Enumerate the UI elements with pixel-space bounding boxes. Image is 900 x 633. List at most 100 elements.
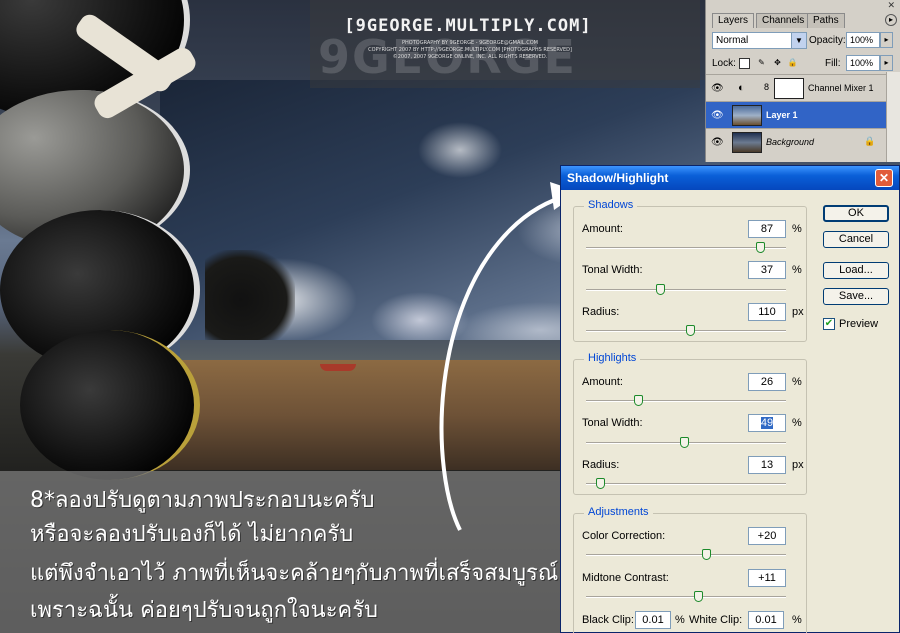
lock-all-icon[interactable]: 🔒 bbox=[787, 58, 798, 69]
fill-arrow-icon[interactable]: ▸ bbox=[880, 55, 893, 71]
color-correction-slider[interactable] bbox=[702, 549, 711, 560]
highlights-amount-track[interactable] bbox=[586, 395, 786, 406]
painted-poles bbox=[0, 0, 230, 500]
highlights-group: Highlights Amount: 26 % Tonal Width: 49 … bbox=[573, 352, 807, 495]
cancel-button[interactable]: Cancel bbox=[823, 231, 889, 248]
close-icon[interactable]: ✕ bbox=[887, 0, 895, 11]
layer-row-channel-mixer[interactable]: 👁 ◐ 8 Channel Mixer 1 bbox=[706, 74, 886, 101]
highlights-tonal-input[interactable]: 49 bbox=[748, 414, 786, 432]
blend-mode-value: Normal bbox=[716, 35, 749, 46]
color-correction-label: Color Correction: bbox=[582, 530, 666, 542]
highlights-group-title: Highlights bbox=[584, 352, 641, 364]
layer-row-layer-1[interactable]: 👁 Layer 1 bbox=[706, 101, 886, 128]
color-correction-track[interactable] bbox=[586, 549, 786, 560]
layers-panel: Layers Channels Paths ✕ ▸ Normal ▼ Opaci… bbox=[705, 0, 900, 162]
panel-tabs: Layers Channels Paths ✕ ▸ bbox=[706, 0, 900, 28]
color-correction-input[interactable]: +20 bbox=[748, 527, 786, 545]
highlights-radius-input[interactable]: 13 bbox=[748, 456, 786, 474]
layer-thumbnail bbox=[732, 105, 762, 126]
fill-label: Fill: bbox=[825, 58, 841, 69]
highlights-tonal-label: Tonal Width: bbox=[582, 417, 643, 429]
highlights-amount-unit: % bbox=[792, 376, 802, 388]
opacity-arrow-icon[interactable]: ▸ bbox=[880, 32, 893, 48]
shadows-radius-unit: px bbox=[792, 306, 804, 318]
flyout-arrow-icon[interactable]: ▸ bbox=[885, 14, 897, 26]
shadows-amount-track[interactable] bbox=[586, 242, 786, 253]
shadows-radius-input[interactable]: 110 bbox=[748, 303, 786, 321]
shadows-radius-track[interactable] bbox=[586, 325, 786, 336]
close-icon[interactable]: ✕ bbox=[875, 169, 893, 187]
shadow-highlight-dialog: Shadow/Highlight ✕ Shadows Amount: 87 % … bbox=[560, 165, 900, 633]
highlights-tonal-value: 49 bbox=[760, 417, 774, 429]
layer-name: Layer 1 bbox=[766, 110, 798, 120]
highlights-radius-track[interactable] bbox=[586, 478, 786, 489]
tab-paths[interactable]: Paths bbox=[807, 13, 845, 28]
link-icon[interactable]: 8 bbox=[764, 82, 769, 92]
fill-input[interactable]: 100% bbox=[846, 55, 880, 71]
highlights-radius-unit: px bbox=[792, 459, 804, 471]
caption-line-3: แต่พึงจำเอาไว้ ภาพที่เห็นจะคล้ายๆกับภาพท… bbox=[30, 561, 599, 586]
tab-layers[interactable]: Layers bbox=[712, 13, 755, 28]
midtone-contrast-slider[interactable] bbox=[694, 591, 703, 602]
layer-mask-thumbnail bbox=[774, 78, 804, 99]
white-clip-input[interactable]: 0.01 bbox=[748, 611, 784, 629]
dialog-title: Shadow/Highlight bbox=[567, 171, 669, 185]
adjustments-group-title: Adjustments bbox=[584, 506, 653, 518]
shadows-amount-input[interactable]: 87 bbox=[748, 220, 786, 238]
highlights-tonal-track[interactable] bbox=[586, 437, 786, 448]
save-button[interactable]: Save... bbox=[823, 288, 889, 305]
shadows-amount-slider[interactable] bbox=[756, 242, 765, 253]
ok-button[interactable]: OK bbox=[823, 205, 889, 222]
shadows-amount-label: Amount: bbox=[582, 223, 623, 235]
layer-name: Background bbox=[766, 137, 815, 147]
shadows-group-title: Shadows bbox=[584, 199, 638, 211]
shadows-amount-unit: % bbox=[792, 223, 802, 235]
chevron-down-icon[interactable]: ▼ bbox=[791, 33, 806, 48]
shadows-tonal-slider[interactable] bbox=[656, 284, 665, 295]
eye-icon[interactable]: 👁 bbox=[711, 83, 724, 94]
layer-thumbnail bbox=[732, 132, 762, 153]
shadows-radius-slider[interactable] bbox=[686, 325, 695, 336]
white-clip-unit: % bbox=[792, 614, 802, 626]
load-button[interactable]: Load... bbox=[823, 262, 889, 279]
shadows-group: Shadows Amount: 87 % Tonal Width: 37 % R… bbox=[573, 199, 807, 342]
watermark-line: COPYRIGHT 2007 BY HTTP://9GEORGE.MULTIPL… bbox=[368, 47, 572, 53]
shadows-tonal-track[interactable] bbox=[586, 284, 786, 295]
black-clip-label: Black Clip: bbox=[582, 614, 634, 626]
midtone-contrast-track[interactable] bbox=[586, 591, 786, 602]
preview-checkbox[interactable]: ✔ bbox=[823, 318, 835, 330]
black-clip-unit: % bbox=[675, 614, 685, 626]
highlights-radius-label: Radius: bbox=[582, 459, 620, 471]
shadows-tonal-unit: % bbox=[792, 264, 802, 276]
opacity-label: Opacity: bbox=[809, 35, 846, 46]
highlights-amount-slider[interactable] bbox=[634, 395, 643, 406]
tab-channels[interactable]: Channels bbox=[756, 13, 811, 28]
midtone-contrast-label: Midtone Contrast: bbox=[582, 572, 669, 584]
black-clip-input[interactable]: 0.01 bbox=[635, 611, 671, 629]
opacity-input[interactable]: 100% bbox=[846, 32, 880, 48]
lock-image-icon[interactable]: ✎ bbox=[756, 58, 767, 69]
lock-transparency-icon[interactable] bbox=[739, 58, 750, 69]
blend-mode-select[interactable]: Normal ▼ bbox=[712, 32, 807, 49]
dialog-title-bar[interactable]: Shadow/Highlight bbox=[561, 166, 899, 190]
highlights-amount-input[interactable]: 26 bbox=[748, 373, 786, 391]
adjustments-group: Adjustments Color Correction: +20 Midton… bbox=[573, 506, 807, 633]
eye-icon[interactable]: 👁 bbox=[711, 137, 724, 148]
pole-segment bbox=[20, 330, 200, 480]
highlights-radius-slider[interactable] bbox=[596, 478, 605, 489]
eye-icon[interactable]: 👁 bbox=[711, 110, 724, 121]
boat bbox=[320, 364, 356, 371]
layers-scrollbar[interactable] bbox=[886, 72, 900, 162]
shadows-tonal-input[interactable]: 37 bbox=[748, 261, 786, 279]
lock-position-icon[interactable]: ✥ bbox=[772, 58, 783, 69]
watermark-title: [9GEORGE.MULTIPLY.COM] bbox=[344, 16, 592, 36]
layer-row-background[interactable]: 👁 Background 🔒 bbox=[706, 128, 886, 155]
highlights-tonal-slider[interactable] bbox=[680, 437, 689, 448]
preview-label: Preview bbox=[839, 318, 879, 330]
white-clip-label: White Clip: bbox=[689, 614, 743, 626]
highlights-amount-label: Amount: bbox=[582, 376, 623, 388]
check-icon: ✔ bbox=[824, 318, 834, 329]
caption-line-1: 8*ลองปรับดูตามภาพประกอบนะครับ bbox=[30, 488, 375, 513]
layer-name: Channel Mixer 1 bbox=[808, 83, 874, 93]
midtone-contrast-input[interactable]: +11 bbox=[748, 569, 786, 587]
